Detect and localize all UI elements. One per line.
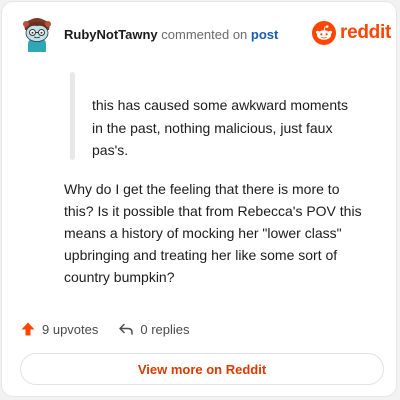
reply-button[interactable]: 0 replies <box>118 321 190 337</box>
upvote-count: 9 upvotes <box>42 321 99 337</box>
comment-header: RubyNotTawny commented on post <box>64 27 278 43</box>
quote-line: this has caused some awkward moments <box>92 97 348 113</box>
reddit-brand[interactable]: reddit <box>312 21 391 45</box>
comment-actions: 9 upvotes 0 replies <box>20 319 190 339</box>
reply-arrow-icon <box>119 323 134 335</box>
comment-card: RubyNotTawny commented on post reddit th… <box>1 1 397 397</box>
body-line: this? Is it possible that from Rebecca's… <box>64 203 362 219</box>
quoted-text: this has caused some awkward moments in … <box>92 94 362 162</box>
upvote-button[interactable]: 9 upvotes <box>20 321 98 337</box>
body-line: Why do I get the feeling that there is m… <box>64 181 340 197</box>
post-link[interactable]: post <box>251 27 278 42</box>
snoo-avatar-icon[interactable] <box>18 16 56 54</box>
reddit-alien-icon <box>312 21 336 45</box>
username[interactable]: RubyNotTawny <box>64 27 158 42</box>
upvote-arrow-icon <box>21 322 35 336</box>
quote-line: pas's. <box>92 142 129 158</box>
body-line: means a history of mocking her "lower cl… <box>64 225 342 241</box>
body-line: upbringing and treating her like some so… <box>64 247 338 263</box>
commented-on-text: commented on <box>161 27 248 42</box>
quote-bar <box>70 72 75 160</box>
reply-count: 0 replies <box>140 321 190 337</box>
view-more-on-reddit-button[interactable]: View more on Reddit <box>20 353 384 385</box>
comment-body: Why do I get the feeling that there is m… <box>64 178 384 288</box>
body-line: country bumpkin? <box>64 269 175 285</box>
quote-line: in the past, nothing malicious, just fau… <box>92 119 333 136</box>
reddit-wordmark: reddit <box>340 22 391 43</box>
